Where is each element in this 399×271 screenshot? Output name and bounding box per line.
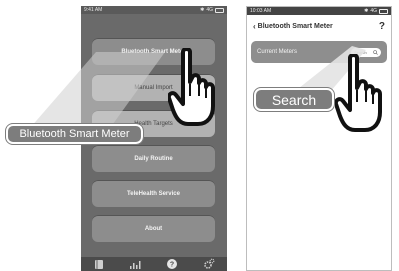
pointing-hand-icon bbox=[168, 48, 215, 126]
pointing-hand-icon bbox=[335, 54, 382, 132]
bluetooth-smart-meter-callout: Bluetooth Smart Meter bbox=[5, 123, 144, 145]
search-callout: Search bbox=[253, 87, 335, 112]
